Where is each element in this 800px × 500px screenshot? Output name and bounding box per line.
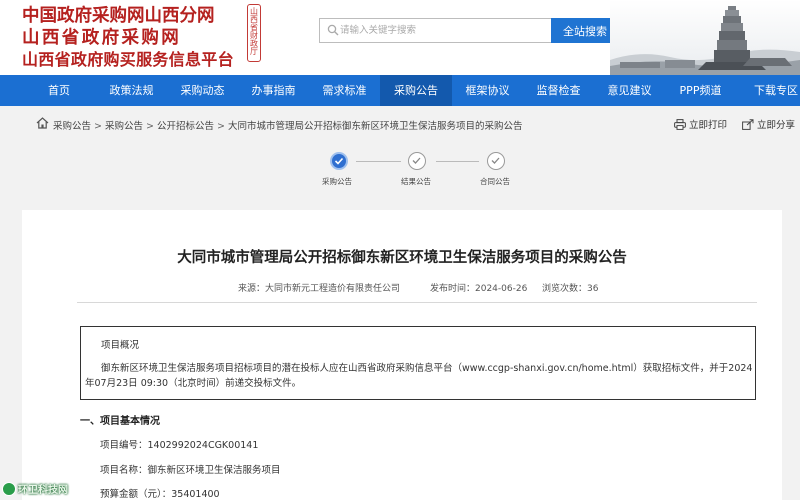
article-publish-time: 发布时间：2024-06-26	[430, 284, 528, 294]
share-label: 立即分享	[757, 120, 796, 131]
logo-line-2: 山西省政府采购网	[22, 28, 182, 48]
main-nav: 首页 政策法规 采购动态 办事指南 需求标准 采购公告 框架协议 监督检查 意见…	[0, 75, 800, 106]
nav-item-standards[interactable]: 需求标准	[309, 75, 380, 106]
section-heading-basic-info: 一、项目基本情况	[80, 416, 160, 427]
nav-item-downloads[interactable]: 下载专区	[736, 75, 800, 106]
share-button[interactable]: 立即分享	[742, 117, 795, 131]
nav-item-procurement-news[interactable]: 采购动态	[167, 75, 238, 106]
site-header: 中国政府采购网山西分网 山西省政府采购网 山西省政府购买服务信息平台 山西省财政…	[0, 0, 800, 75]
pagoda-scenery-image	[610, 0, 800, 75]
site-watermark: 环卫科技网	[2, 481, 68, 499]
search-box	[319, 18, 551, 43]
step-1-done-icon	[330, 152, 348, 170]
nav-item-framework[interactable]: 框架协议	[452, 75, 523, 106]
print-label: 立即打印	[689, 120, 728, 131]
logo-line-3: 山西省政府购买服务信息平台	[22, 50, 234, 69]
home-icon[interactable]	[36, 117, 49, 129]
nav-item-feedback[interactable]: 意见建议	[594, 75, 665, 106]
step-connector	[356, 161, 401, 162]
project-name: 项目名称：御东新区环境卫生保洁服务项目	[100, 465, 281, 476]
watermark-logo-icon	[2, 482, 16, 496]
step-2-label: 结果公告	[401, 177, 431, 186]
breadcrumb: 采购公告 > 采购公告 > 公开招标公告 > 大同市城市管理局公开招标御东新区环境卫生保洁服…	[22, 112, 795, 138]
project-overview-box: 项目概况 御东新区环境卫生保洁服务项目招标项目的潜在投标人应在山西省政府采购信息…	[80, 326, 756, 400]
project-number: 项目编号：1402992024CGK00141	[100, 440, 259, 451]
nav-item-ppp[interactable]: PPP频道	[665, 75, 736, 106]
breadcrumb-separator: >	[146, 121, 154, 132]
search-icon	[327, 24, 339, 36]
finance-department-seal: 山西省财政厅	[247, 4, 261, 62]
meta-divider	[77, 302, 757, 303]
article-title: 大同市城市管理局公开招标御东新区环境卫生保洁服务项目的采购公告	[177, 250, 627, 266]
step-connector	[436, 161, 479, 162]
project-budget: 预算金额（元）：35401400	[100, 489, 220, 500]
breadcrumb-link[interactable]: 公开招标公告	[157, 121, 214, 132]
step-1-label: 采购公告	[322, 177, 352, 186]
breadcrumb-separator: >	[94, 121, 102, 132]
breadcrumb-link[interactable]: 采购公告	[105, 121, 143, 132]
site-search-button[interactable]: 全站搜索	[551, 18, 619, 43]
overview-label: 项目概况	[101, 340, 140, 351]
nav-item-announcements[interactable]: 采购公告	[380, 75, 452, 106]
watermark-text: 环卫科技网	[18, 485, 68, 496]
search-input[interactable]	[340, 19, 545, 42]
site-logo[interactable]: 中国政府采购网山西分网 山西省政府采购网 山西省政府购买服务信息平台	[22, 5, 247, 71]
logo-line-1: 中国政府采购网山西分网	[22, 6, 215, 26]
share-icon	[742, 119, 754, 130]
step-3-check-icon	[487, 152, 505, 170]
breadcrumb-separator: >	[216, 121, 225, 132]
breadcrumb-link[interactable]: 采购公告	[53, 121, 91, 132]
step-2-check-icon	[408, 152, 426, 170]
breadcrumb-current: 大同市城市管理局公开招标御东新区环境卫生保洁服务项目的采购公告	[227, 121, 523, 132]
step-3-label: 合同公告	[480, 177, 510, 186]
nav-item-guide[interactable]: 办事指南	[238, 75, 309, 106]
print-button[interactable]: 立即打印	[674, 117, 727, 131]
article-source: 来源：大同市新元工程造价有限责任公司	[238, 284, 401, 294]
overview-body: 御东新区环境卫生保洁服务项目招标项目的潜在投标人应在山西省政府采购信息平台（ww…	[85, 363, 753, 389]
nav-item-supervision[interactable]: 监督检查	[523, 75, 594, 106]
seal-text: 山西省财政厅	[249, 7, 259, 55]
nav-item-home[interactable]: 首页	[22, 75, 96, 106]
printer-icon	[674, 119, 686, 130]
breadcrumb-trail: 采购公告 > 采购公告 > 公开招标公告 > 大同市城市管理局公开招标御东新区环境卫生保洁服…	[53, 118, 522, 132]
nav-item-policies[interactable]: 政策法规	[96, 75, 167, 106]
article-view-count: 浏览次数：36	[542, 284, 599, 294]
announcement-article: 大同市城市管理局公开招标御东新区环境卫生保洁服务项目的采购公告 来源：大同市新元…	[22, 210, 782, 500]
process-steps: 采购公告 结果公告 合同公告	[0, 150, 800, 195]
